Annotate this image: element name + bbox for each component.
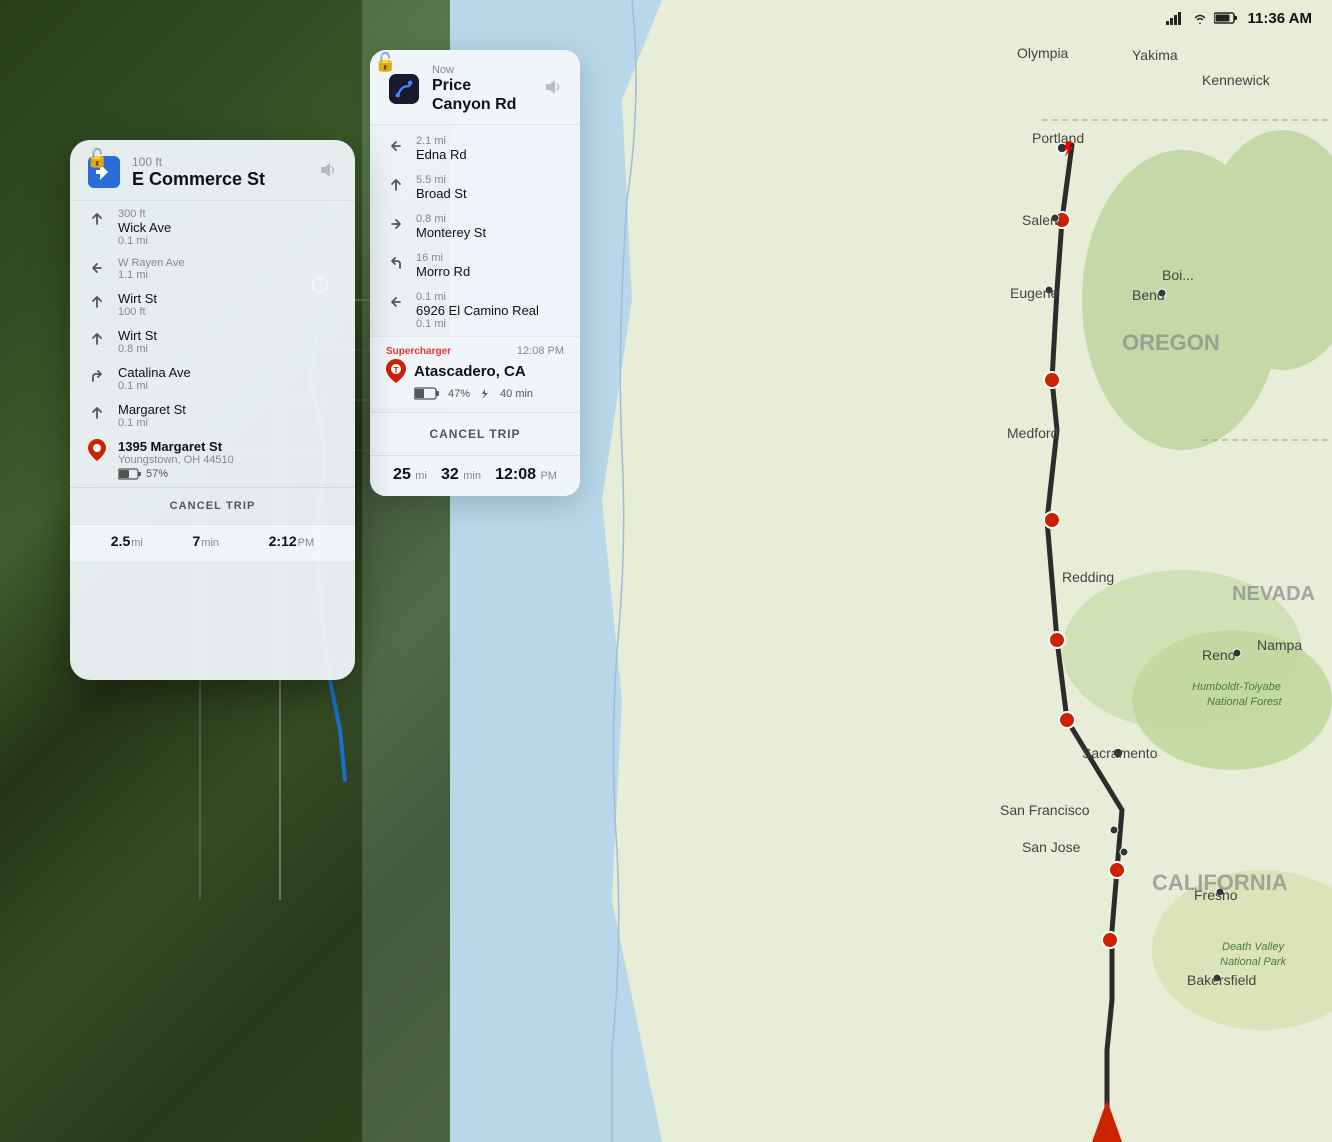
wifi-icon [1192, 12, 1208, 24]
left-turn-list: 300 ft Wick Ave 0.1 mi W Rayen Ave 1.1 m… [70, 201, 355, 487]
svg-text:T: T [394, 366, 399, 375]
svg-text:Eugene: Eugene [1010, 285, 1058, 301]
turn-broad: 5.5 mi Broad St [370, 168, 580, 207]
status-bar: 11:36 AM [362, 0, 1332, 36]
nav-bottom-bar: 25 mi 32 min 12:08 PM [370, 455, 580, 496]
svg-text:National Park: National Park [1220, 956, 1287, 968]
nav-distance-stat: 25 mi [393, 466, 427, 484]
nav-street-info: Now Price Canyon Rd [432, 64, 532, 114]
sound-button-right[interactable] [542, 76, 564, 103]
turn-item-margaret: Margaret St 0.1 mi [70, 397, 355, 434]
nav-time-stat: 32 min [441, 466, 481, 484]
svg-text:Humboldt-Toiyabe: Humboldt-Toiyabe [1192, 681, 1281, 693]
turn-item-wirt1: Wirt St 100 ft [70, 286, 355, 323]
turn-item-catalina: Catalina Ave 0.1 mi [70, 360, 355, 397]
lock-icon-right: 🔓 [374, 52, 396, 73]
svg-text:Salem: Salem [1022, 212, 1062, 228]
turn-item-wrayen: W Rayen Ave 1.1 mi [70, 252, 355, 286]
svg-text:San Francisco: San Francisco [1000, 802, 1090, 818]
cancel-trip-button-left[interactable]: CANCEL TRIP [70, 487, 355, 524]
turn-monterey: 0.8 mi Monterey St [370, 207, 580, 246]
turn-item-wick: 300 ft Wick Ave 0.1 mi [70, 203, 355, 252]
svg-text:Bend: Bend [1132, 287, 1165, 303]
svg-text:NEVADA: NEVADA [1232, 583, 1315, 605]
nav-eta-stat: 12:08 PM [495, 466, 557, 484]
turn-edna: 2.1 mi Edna Rd [370, 129, 580, 168]
left-distance-stat: 2.5mi [111, 533, 143, 551]
nav-panel-header: Now Price Canyon Rd [370, 50, 580, 125]
signal-icon [1166, 11, 1186, 25]
route-icon [386, 71, 422, 107]
left-panel-header: 100 ft E Commerce St [70, 140, 355, 201]
svg-text:National Forest: National Forest [1207, 696, 1283, 708]
right-turn-list: 2.1 mi Edna Rd 5.5 mi Broad St [370, 125, 580, 412]
current-street: E Commerce St [132, 169, 307, 190]
turn-elcamino: 0.1 mi 6926 El Camino Real 0.1 mi [370, 285, 580, 336]
svg-text:OREGON: OREGON [1122, 330, 1220, 355]
svg-text:CALIFORNIA: CALIFORNIA [1152, 870, 1288, 895]
svg-text:Reno: Reno [1202, 647, 1236, 663]
svg-text:Redding: Redding [1062, 569, 1114, 585]
svg-text:Medford: Medford [1007, 425, 1058, 441]
left-eta-stat: 2:12PM [269, 533, 315, 551]
right-nav-panel: Now Price Canyon Rd 2.1 mi Edna Rd [370, 50, 580, 496]
left-time-stat: 7min [192, 533, 219, 551]
svg-text:Boi...: Boi... [1162, 267, 1194, 283]
svg-text:San Jose: San Jose [1022, 839, 1081, 855]
current-distance: 100 ft [132, 155, 307, 169]
left-bottom-bar: 2.5mi 7min 2:12PM [70, 524, 355, 561]
svg-text:Kennewick: Kennewick [1202, 72, 1271, 88]
status-icons [1166, 11, 1238, 25]
battery-icon [1214, 12, 1238, 24]
status-time: 11:36 AM [1248, 10, 1312, 27]
svg-text:Nampa: Nampa [1257, 637, 1302, 653]
left-destination: 1395 Margaret St Youngstown, OH 44510 57… [70, 434, 355, 485]
supercharger-stop: Supercharger 12:08 PM T Atascadero, CA [370, 336, 580, 408]
svg-text:Olympia: Olympia [1017, 45, 1069, 61]
svg-text:Yakima: Yakima [1132, 47, 1178, 63]
turn-item-wirt2: Wirt St 0.8 mi [70, 323, 355, 360]
svg-text:Sacramento: Sacramento [1082, 745, 1158, 761]
lock-icon-left: 🔓 [86, 148, 110, 172]
left-nav-panel: 100 ft E Commerce St 300 ft Wick Ave 0.1… [70, 140, 355, 680]
svg-text:Portland: Portland [1032, 130, 1084, 146]
cancel-trip-button-right[interactable]: CANCEL TRIP [370, 412, 580, 455]
turn-morro: 16 mi Morro Rd [370, 246, 580, 285]
left-header-info: 100 ft E Commerce St [132, 155, 307, 190]
sound-button-left[interactable] [317, 159, 339, 186]
svg-text:Bakersfield: Bakersfield [1187, 972, 1256, 988]
svg-text:Death Valley: Death Valley [1222, 941, 1285, 953]
